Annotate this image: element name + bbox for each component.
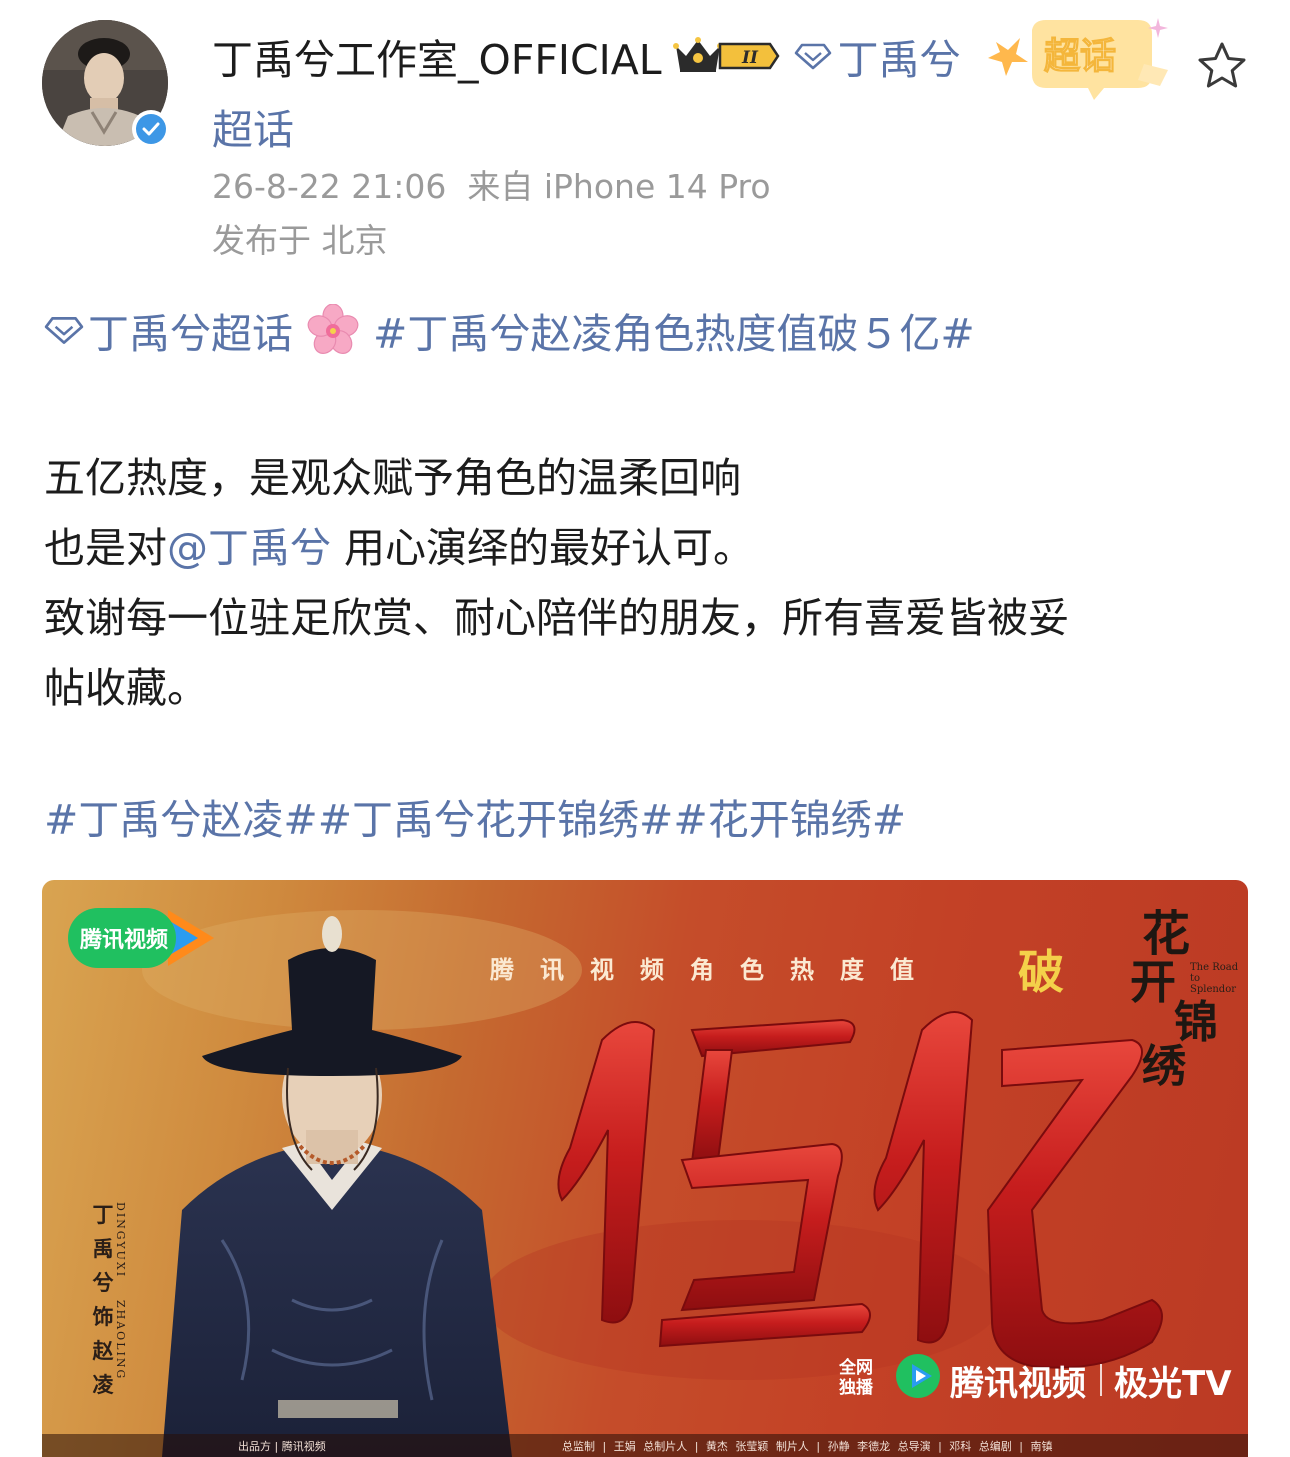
mention-link[interactable]: @丁禹兮 bbox=[167, 524, 331, 572]
body-line-2: 也是对@丁禹兮 用心演绎的最好认可。 bbox=[44, 514, 754, 574]
diamond-icon bbox=[44, 317, 84, 344]
exclusive-label: 全网独播 bbox=[839, 1358, 873, 1398]
body-line-4: 帖收藏。 bbox=[44, 664, 208, 712]
chaohua-badge-icon[interactable]: 超话 bbox=[988, 10, 1178, 102]
heat-label: 腾讯视频角色热度值 bbox=[490, 956, 940, 984]
title-char-4: 绣 bbox=[1142, 1041, 1186, 1092]
avatar[interactable] bbox=[42, 20, 170, 148]
star-icon[interactable] bbox=[1196, 40, 1248, 92]
brand-divider bbox=[1100, 1364, 1102, 1396]
topic-hashtag[interactable]: #丁禹兮赵凌角色热度值破５亿# bbox=[373, 300, 975, 360]
title-en: The Road to Splendor bbox=[1190, 962, 1239, 995]
super-topic-link[interactable]: 丁禹兮 bbox=[794, 26, 961, 86]
bottom-brand: 腾讯视频 bbox=[950, 1364, 1086, 1404]
super-topic-suffix[interactable]: 超话 bbox=[212, 96, 294, 156]
title-char-2: 开 bbox=[1130, 955, 1176, 1009]
post-source: 来自 iPhone 14 Pro bbox=[467, 167, 771, 206]
topic-line: 丁禹兮超话 #丁禹兮赵凌角色热度值破５亿# bbox=[44, 300, 975, 360]
show-title: 花 开 锦 绣 The Road to Splendor bbox=[1124, 890, 1238, 1092]
credits-left: 出品方 | 腾讯视频 bbox=[238, 1440, 326, 1453]
rank-badge-icon: II bbox=[718, 42, 780, 70]
headline-text: 伍亿 bbox=[42, 880, 43, 881]
topic-link[interactable]: 丁禹兮超话 bbox=[88, 300, 293, 360]
body-line-2-suffix: 用心演绎的最好认可。 bbox=[331, 524, 755, 572]
actor-credit-en-1: DINGYUXI bbox=[114, 1202, 127, 1279]
flower-icon bbox=[307, 304, 359, 354]
rank-badge-text: II bbox=[741, 48, 759, 68]
body-line-2-prefix: 也是对 bbox=[44, 524, 167, 572]
diamond-icon bbox=[794, 43, 831, 70]
timestamp: 26-8-22 21:06 bbox=[212, 167, 447, 206]
username-row: 丁禹兮工作室_OFFICIAL II 丁禹兮 bbox=[212, 26, 961, 86]
crown-icon bbox=[672, 37, 723, 72]
tencent-video-play-icon bbox=[896, 1354, 940, 1398]
partner-brand: 极光TV bbox=[1114, 1364, 1232, 1404]
body-line-3: 致谢每一位驻足欣赏、耐心陪伴的朋友，所有喜爱皆被妥 bbox=[44, 594, 1069, 642]
rank-badge: II bbox=[718, 40, 780, 72]
credits-right: 总监制 | 王娟 总制片人 | 黄杰 张莹颖 制片人 | 孙静 李德龙 总导演 … bbox=[562, 1440, 1053, 1453]
chaohua-badge-text: 超话 bbox=[1044, 36, 1116, 77]
top-logo-text: 腾讯视频 bbox=[80, 928, 169, 953]
body-line-1: 五亿热度，是观众赋予角色的温柔回响 bbox=[44, 454, 741, 502]
super-topic-name: 丁禹兮 bbox=[837, 36, 961, 84]
po-char: 破 bbox=[1018, 945, 1064, 999]
tencent-video-logo: 腾讯视频 bbox=[68, 900, 218, 976]
post-meta: 26-8-22 21:06 来自 iPhone 14 Pro bbox=[212, 160, 771, 208]
hashtag-links[interactable]: #丁禹兮赵凌##丁禹兮花开锦绣##花开锦绣# bbox=[44, 786, 906, 846]
actor-credit-en-2: ZHAOLING bbox=[114, 1300, 127, 1381]
post-location: 发布于 北京 bbox=[212, 221, 388, 260]
verified-icon bbox=[132, 110, 170, 148]
post-image[interactable]: 腾讯视频 腾讯视频角色热度值 破 伍亿 花 开 锦 绣 The Road to … bbox=[42, 880, 1248, 1457]
username[interactable]: 丁禹兮工作室_OFFICIAL bbox=[212, 26, 662, 86]
